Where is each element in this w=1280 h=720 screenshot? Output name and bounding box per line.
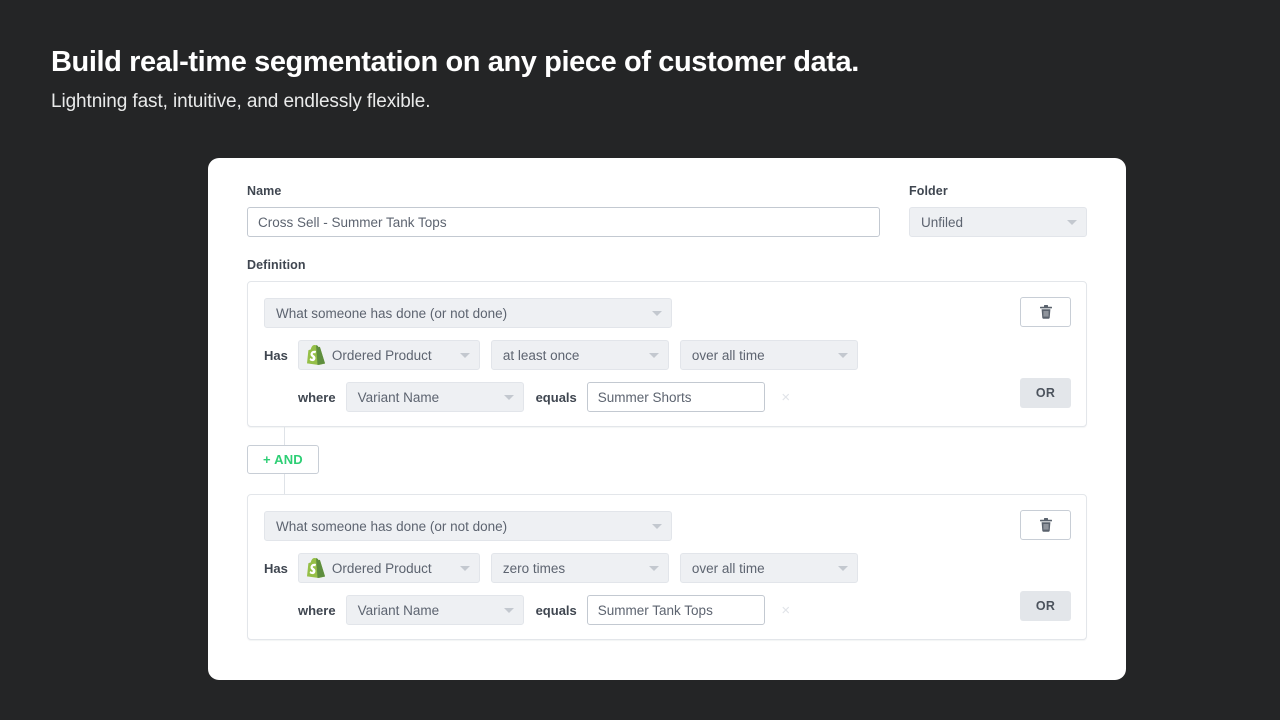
attribute-select-value: Variant Name <box>358 390 440 405</box>
trigger-select-value: What someone has done (or not done) <box>276 519 507 534</box>
trigger-row: What someone has done (or not done) <box>264 298 1070 328</box>
trigger-row: What someone has done (or not done) <box>264 511 1070 541</box>
frequency-select-value: zero times <box>503 561 565 576</box>
chevron-down-icon <box>838 353 848 358</box>
chevron-down-icon <box>652 524 662 529</box>
and-connector-zone: + AND <box>247 427 1087 494</box>
metric-select[interactable]: Ordered Product <box>298 553 480 583</box>
delete-group-button[interactable] <box>1020 297 1071 327</box>
or-button[interactable]: OR <box>1020 378 1071 408</box>
page-root: Build real-time segmentation on any piec… <box>0 0 1280 720</box>
name-field-group: Name Cross Sell - Summer Tank Tops <box>247 184 880 237</box>
where-label: where <box>298 603 336 618</box>
condition-group: What someone has done (or not done) Has … <box>247 281 1087 427</box>
metric-row: Has Ordered Product at least once over a… <box>264 340 1070 370</box>
chevron-down-icon <box>1067 220 1077 225</box>
chevron-down-icon <box>504 395 514 400</box>
has-label: Has <box>264 348 288 363</box>
chevron-down-icon <box>649 566 659 571</box>
metric-row: Has Ordered Product zero times over all … <box>264 553 1070 583</box>
timeframe-select-value: over all time <box>692 561 765 576</box>
timeframe-select-value: over all time <box>692 348 765 363</box>
attribute-select[interactable]: Variant Name <box>346 595 524 625</box>
filter-value-input[interactable]: Summer Tank Tops <box>587 595 765 625</box>
timeframe-select[interactable]: over all time <box>680 340 858 370</box>
chevron-down-icon <box>652 311 662 316</box>
frequency-select[interactable]: zero times <box>491 553 669 583</box>
trigger-select[interactable]: What someone has done (or not done) <box>264 298 672 328</box>
remove-filter-icon[interactable]: × <box>775 603 797 618</box>
folder-field-group: Folder Unfiled <box>909 184 1087 237</box>
add-and-button[interactable]: + AND <box>247 445 319 474</box>
chevron-down-icon <box>838 566 848 571</box>
frequency-select[interactable]: at least once <box>491 340 669 370</box>
top-fields-row: Name Cross Sell - Summer Tank Tops Folde… <box>247 184 1087 237</box>
trash-icon <box>1040 518 1052 532</box>
or-button[interactable]: OR <box>1020 591 1071 621</box>
metric-select-value: Ordered Product <box>332 561 432 576</box>
segment-builder-card: Name Cross Sell - Summer Tank Tops Folde… <box>208 158 1126 680</box>
folder-select-value: Unfiled <box>921 215 963 230</box>
has-label: Has <box>264 561 288 576</box>
where-label: where <box>298 390 336 405</box>
page-subtitle: Lightning fast, intuitive, and endlessly… <box>51 90 1051 115</box>
chevron-down-icon <box>649 353 659 358</box>
name-label: Name <box>247 184 880 198</box>
operator-label: equals <box>536 390 577 405</box>
filter-row: where Variant Name equals Summer Tank To… <box>264 595 1070 625</box>
attribute-select-value: Variant Name <box>358 603 440 618</box>
delete-group-button[interactable] <box>1020 510 1071 540</box>
chevron-down-icon <box>460 353 470 358</box>
chevron-down-icon <box>504 608 514 613</box>
shopify-icon <box>307 558 326 578</box>
trash-icon <box>1040 305 1052 319</box>
attribute-select[interactable]: Variant Name <box>346 382 524 412</box>
metric-select-value: Ordered Product <box>332 348 432 363</box>
shopify-icon <box>307 345 326 365</box>
metric-select[interactable]: Ordered Product <box>298 340 480 370</box>
frequency-select-value: at least once <box>503 348 580 363</box>
filter-row: where Variant Name equals Summer Shorts … <box>264 382 1070 412</box>
chevron-down-icon <box>460 566 470 571</box>
condition-group: What someone has done (or not done) Has … <box>247 494 1087 640</box>
trigger-select[interactable]: What someone has done (or not done) <box>264 511 672 541</box>
operator-label: equals <box>536 603 577 618</box>
trigger-select-value: What someone has done (or not done) <box>276 306 507 321</box>
folder-label: Folder <box>909 184 1087 198</box>
filter-value-input[interactable]: Summer Shorts <box>587 382 765 412</box>
timeframe-select[interactable]: over all time <box>680 553 858 583</box>
page-title: Build real-time segmentation on any piec… <box>51 44 1051 82</box>
remove-filter-icon[interactable]: × <box>775 390 797 405</box>
hero-section: Build real-time segmentation on any piec… <box>51 44 1051 114</box>
definition-label: Definition <box>247 258 1087 272</box>
folder-select[interactable]: Unfiled <box>909 207 1087 237</box>
segment-name-input[interactable]: Cross Sell - Summer Tank Tops <box>247 207 880 237</box>
